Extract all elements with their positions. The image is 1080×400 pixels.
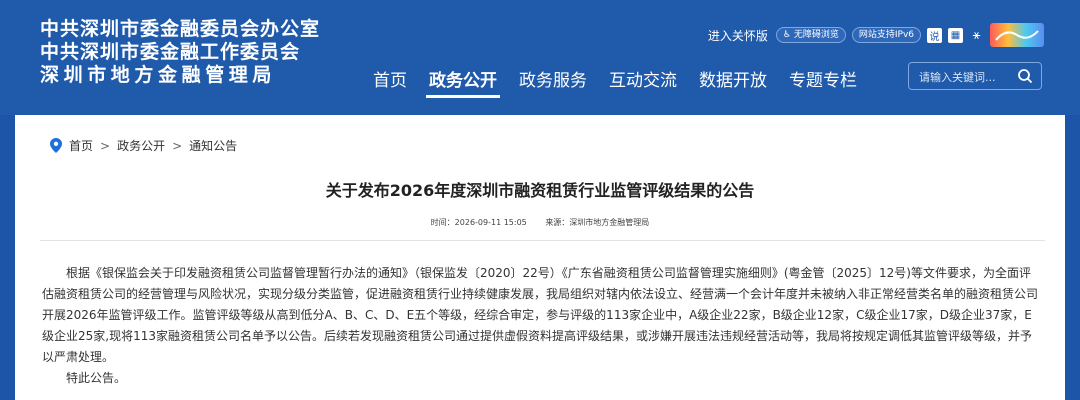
site-header: 中共深圳市委金融委员会办公室 中共深圳市委金融工作委员会 深圳市地方金融管理局 … bbox=[0, 0, 1080, 115]
wechat-icon[interactable]: ▦ bbox=[948, 27, 963, 43]
app-icon[interactable]: 说 bbox=[927, 27, 942, 43]
logo-line-2: 中共深圳市委金融工作委员会 bbox=[40, 41, 301, 63]
nav-open-data[interactable]: 数据开放 bbox=[688, 58, 778, 98]
article-closing: 特此公告。 bbox=[66, 371, 127, 385]
accessibility-icon: ♿ bbox=[782, 30, 791, 40]
ipv6-badge: 网站支持IPv6 bbox=[851, 27, 921, 43]
article-body: 根据《银保监会关于印发融资租赁公司监督管理暂行办法的通知》（银保监发〔2020〕… bbox=[42, 266, 1039, 364]
accessibility-label: 无障碍浏览 bbox=[793, 30, 839, 40]
breadcrumb-notices[interactable]: 通知公告 bbox=[189, 137, 237, 154]
breadcrumb: 首页 > 政务公开 > 通知公告 bbox=[50, 137, 237, 154]
logo-line-3: 深圳市地方金融管理局 bbox=[40, 64, 277, 86]
breadcrumb-home[interactable]: 首页 bbox=[69, 137, 93, 154]
city-brand-logo bbox=[990, 23, 1044, 47]
share-icon[interactable]: ⚹ bbox=[969, 28, 984, 43]
location-pin-icon bbox=[50, 138, 62, 153]
article-source: 来源：深圳市地方金融管理局 bbox=[545, 218, 650, 227]
main-nav: 首页 政务公开 政务服务 互动交流 数据开放 专题专栏 bbox=[362, 58, 868, 98]
article-card: 首页 > 政务公开 > 通知公告 关于发布2026年度深圳市融资租赁行业监管评级… bbox=[15, 115, 1065, 400]
search-icon[interactable] bbox=[1016, 67, 1034, 85]
title-divider bbox=[40, 240, 1045, 241]
logo-line-1: 中共深圳市委金融委员会办公室 bbox=[40, 18, 321, 40]
publish-time: 时间：2026-09-11 15:05 bbox=[430, 218, 527, 227]
utility-bar: 进入关怀版 ♿ 无障碍浏览 网站支持IPv6 说 ▦ ⚹ bbox=[708, 23, 1044, 47]
accessibility-button[interactable]: ♿ 无障碍浏览 bbox=[775, 27, 846, 43]
breadcrumb-gov-affairs[interactable]: 政务公开 bbox=[117, 137, 165, 154]
site-logo[interactable]: 中共深圳市委金融委员会办公室 中共深圳市委金融工作委员会 深圳市地方金融管理局 bbox=[40, 18, 320, 87]
care-mode-link[interactable]: 进入关怀版 bbox=[708, 27, 768, 44]
search-input[interactable] bbox=[917, 68, 1021, 86]
nav-special-topics[interactable]: 专题专栏 bbox=[778, 58, 868, 98]
nav-gov-services[interactable]: 政务服务 bbox=[508, 58, 598, 98]
nav-gov-affairs[interactable]: 政务公开 bbox=[418, 58, 508, 98]
nav-home[interactable]: 首页 bbox=[362, 58, 418, 98]
breadcrumb-separator: > bbox=[172, 138, 183, 153]
article-title: 关于发布2026年度深圳市融资租赁行业监管评级结果的公告 bbox=[325, 181, 755, 200]
search-box bbox=[908, 62, 1042, 90]
breadcrumb-separator: > bbox=[100, 138, 111, 153]
city-brand-graphic bbox=[995, 30, 1039, 41]
nav-interaction[interactable]: 互动交流 bbox=[598, 58, 688, 98]
article-meta: 时间：2026-09-11 15:05 来源：深圳市地方金融管理局 bbox=[15, 217, 1065, 228]
